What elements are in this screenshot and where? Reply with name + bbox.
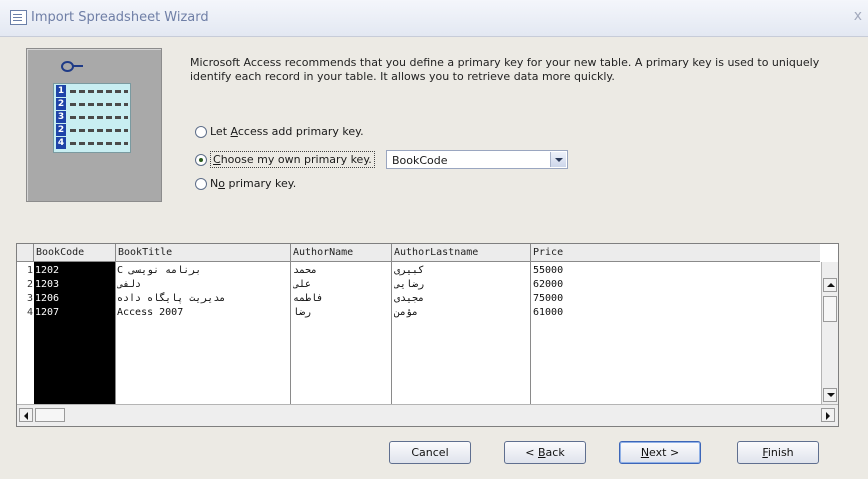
cell-authorlastname: رضایی (394, 279, 425, 290)
header-price[interactable]: Price (531, 244, 820, 261)
cell-authorlastname: کبیری (394, 265, 425, 276)
cell-bookcode: 1206 (35, 293, 60, 304)
option-let-access[interactable]: Let Access add primary key. (195, 125, 364, 138)
radio-choose-own[interactable] (195, 153, 207, 166)
option-no-key-label: No primary key. (210, 177, 297, 190)
cell-authorlastname: مجیدی (394, 293, 425, 304)
key-icon (61, 61, 85, 72)
window-title: Import Spreadsheet Wizard (31, 10, 209, 25)
column-divider (290, 262, 291, 404)
wizard-icon (10, 10, 27, 25)
option-choose-own-label: Choose my own primary key. (210, 151, 375, 168)
cancel-button[interactable]: Cancel (389, 441, 471, 464)
vertical-scroll-thumb[interactable] (823, 296, 837, 322)
header-authorlastname[interactable]: AuthorLastname (392, 244, 531, 261)
cell-authorname: علی (293, 279, 312, 290)
description-text: Microsoft Access recommends that you def… (190, 56, 820, 83)
cell-price: 61000 (533, 307, 564, 318)
radio-no-key[interactable] (195, 177, 207, 190)
grid-header: BookCode BookTitle AuthorName AuthorLast… (17, 244, 820, 262)
column-divider (391, 262, 392, 404)
option-no-key[interactable]: No primary key. (195, 177, 296, 190)
cell-price: 75000 (533, 293, 564, 304)
table-key-graphic: 1 2 3 2 4 (26, 48, 162, 202)
cell-authorname: محمد (293, 265, 318, 276)
radio-let-access[interactable] (195, 125, 207, 138)
graphic-row-number: 2 (56, 124, 66, 136)
cell-booktitle: مدیریت پایگاه داده (117, 293, 226, 304)
dropdown-arrow-icon[interactable] (550, 152, 566, 167)
graphic-row-number: 2 (56, 98, 66, 110)
header-corner (17, 244, 34, 261)
graphic-row-number: 4 (56, 137, 66, 149)
table-key-icon: 1 2 3 2 4 (53, 83, 131, 153)
option-let-access-label: Let Access add primary key. (210, 125, 364, 138)
cell-booktitle: Access 2007 (117, 307, 184, 318)
header-authorname[interactable]: AuthorName (291, 244, 392, 261)
graphic-row-number: 3 (56, 111, 66, 123)
primary-key-value: BookCode (392, 154, 448, 167)
next-button[interactable]: Next > (619, 441, 701, 464)
cell-authorname: فاطمه (293, 293, 324, 304)
close-icon[interactable]: x (854, 8, 862, 24)
row-number: 1 (26, 265, 33, 276)
cell-booktitle: C برنامه نویسی (117, 265, 202, 276)
cell-bookcode: 1207 (35, 307, 60, 318)
scroll-down-icon[interactable] (823, 388, 837, 402)
cell-price: 62000 (533, 279, 564, 290)
preview-grid[interactable]: BookCode BookTitle AuthorName AuthorLast… (16, 243, 839, 427)
header-bookcode[interactable]: BookCode (34, 244, 116, 261)
graphic-row-number: 1 (56, 85, 66, 97)
column-divider (115, 262, 116, 404)
back-button[interactable]: < Back (504, 441, 586, 464)
primary-key-combo[interactable]: BookCode (386, 150, 568, 169)
cell-authorname: رضا (293, 307, 312, 318)
title-bar: Import Spreadsheet Wizard x (0, 0, 868, 37)
scroll-up-icon[interactable] (823, 278, 837, 292)
finish-button[interactable]: Finish (737, 441, 819, 464)
header-booktitle[interactable]: BookTitle (116, 244, 291, 261)
cell-authorlastname: مؤمن (394, 307, 419, 318)
option-choose-own[interactable]: Choose my own primary key. (195, 151, 375, 168)
row-number: 4 (26, 307, 33, 318)
cell-price: 55000 (533, 265, 564, 276)
column-divider (530, 262, 531, 404)
cell-booktitle: دلفی (117, 279, 142, 290)
row-number: 3 (26, 293, 33, 304)
cell-bookcode: 1202 (35, 265, 60, 276)
horizontal-scrollbar[interactable] (17, 404, 838, 426)
row-number: 2 (26, 279, 33, 290)
scroll-left-icon[interactable] (19, 408, 33, 422)
cell-bookcode: 1203 (35, 279, 60, 290)
scroll-right-icon[interactable] (821, 408, 835, 422)
vertical-scrollbar[interactable] (821, 262, 838, 404)
horizontal-scroll-thumb[interactable] (35, 408, 65, 422)
